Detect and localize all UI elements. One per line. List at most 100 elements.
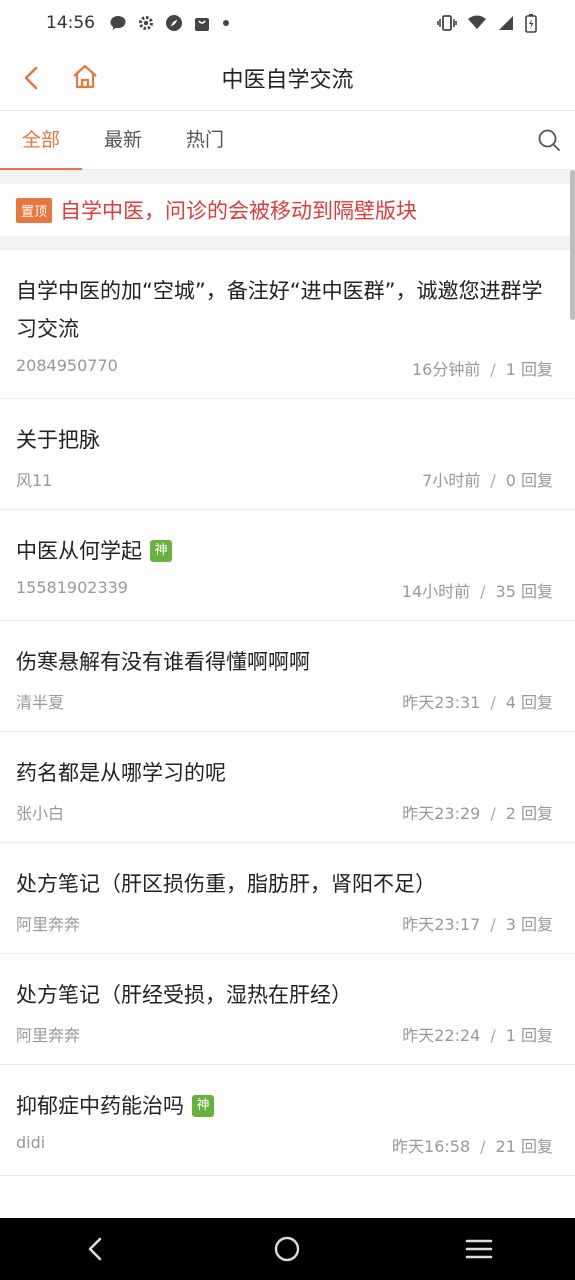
post-title-row: 处方笔记（肝经受损，湿热在肝经） [16, 976, 553, 1014]
post-title: 药名都是从哪学习的呢 [16, 761, 226, 785]
post-item[interactable]: 关于把脉 风11 7小时前 / 0 回复 [0, 399, 575, 510]
nav-home-button[interactable] [269, 1231, 305, 1267]
post-time: 昨天23:17 [402, 915, 481, 934]
pinned-title: 自学中医，问诊的会被移动到隔壁版块 [60, 199, 418, 223]
search-button[interactable] [537, 128, 561, 152]
post-stats: 昨天22:24 / 1 回复 [402, 1022, 553, 1046]
meta-separator: / [490, 804, 496, 823]
post-title-row: 伤寒悬解有没有谁看得懂啊啊啊 [16, 643, 553, 681]
post-item[interactable]: 处方笔记（肝经受损，湿热在肝经） 阿里奔奔 昨天22:24 / 1 回复 [0, 954, 575, 1065]
post-meta: 张小白 昨天23:29 / 2 回复 [16, 792, 553, 842]
meta-separator: / [480, 1137, 486, 1156]
post-title: 关于把脉 [16, 428, 100, 452]
post-author: 清半夏 [16, 693, 65, 712]
post-replies: 21 回复 [495, 1137, 553, 1156]
dot-icon [221, 18, 231, 28]
post-item[interactable]: 药名都是从哪学习的呢 张小白 昨天23:29 / 2 回复 [0, 732, 575, 843]
post-author: 阿里奔奔 [16, 915, 81, 934]
post-title: 处方笔记（肝经受损，湿热在肝经） [16, 983, 352, 1007]
post-title-row: 中医从何学起神 [16, 532, 553, 570]
vibrate-icon [437, 14, 457, 32]
nav-menu-button[interactable] [461, 1231, 497, 1267]
app-header: 中医自学交流 [0, 46, 575, 111]
post-title-row: 处方笔记（肝区损伤重，脂肪肝，肾阳不足） [16, 865, 553, 903]
post-meta: 阿里奔奔 昨天23:17 / 3 回复 [16, 903, 553, 953]
post-replies: 2 回复 [505, 804, 553, 823]
post-meta: 清半夏 昨天23:31 / 4 回复 [16, 681, 553, 731]
post-replies: 35 回复 [495, 582, 553, 601]
post-title: 自学中医的加“空城”，备注好“进中医群”，诚邀您进群学习交流 [16, 279, 543, 341]
settings-icon [137, 14, 155, 32]
pinned-post[interactable]: 置顶 自学中医，问诊的会被移动到隔壁版块 [0, 184, 575, 236]
post-meta: 2084950770 16分钟前 / 1 回复 [16, 348, 553, 398]
post-replies: 0 回复 [505, 471, 553, 490]
post-author: 2084950770 [16, 356, 118, 375]
meta-separator: / [490, 1026, 496, 1045]
post-title-row: 药名都是从哪学习的呢 [16, 754, 553, 792]
post-item[interactable]: 自学中医的加“空城”，备注好“进中医群”，诚邀您进群学习交流 208495077… [0, 250, 575, 399]
post-item[interactable]: 中医从何学起神 15581902339 14小时前 / 35 回复 [0, 510, 575, 621]
pinned-badge: 置顶 [16, 197, 53, 223]
post-title-row: 自学中医的加“空城”，备注好“进中医群”，诚邀您进群学习交流 [16, 272, 553, 348]
post-title: 中医从何学起 [16, 539, 142, 563]
status-bar: 14:56 [0, 0, 575, 46]
post-item[interactable]: 处方笔记（肝区损伤重，脂肪肝，肾阳不足） 阿里奔奔 昨天23:17 / 3 回复 [0, 843, 575, 954]
status-left: 14:56 [46, 13, 231, 33]
meta-separator: / [490, 693, 496, 712]
post-stats: 昨天23:29 / 2 回复 [402, 800, 553, 824]
post-stats: 昨天23:17 / 3 回复 [402, 911, 553, 935]
tab-hot[interactable]: 热门 [164, 111, 246, 169]
message-icon [109, 14, 127, 32]
wifi-icon [467, 14, 487, 32]
back-button[interactable] [18, 64, 46, 92]
nav-back-icon [88, 1237, 102, 1261]
post-time: 14小时前 [401, 582, 471, 601]
scrollbar[interactable] [570, 170, 575, 320]
system-nav-bar [0, 1218, 575, 1280]
status-time: 14:56 [46, 13, 95, 33]
post-time: 昨天23:31 [402, 693, 481, 712]
post-meta: 阿里奔奔 昨天22:24 / 1 回复 [16, 1014, 553, 1064]
post-time: 昨天16:58 [392, 1137, 471, 1156]
chevron-left-icon [24, 66, 38, 90]
nav-menu-icon [465, 1239, 493, 1259]
post-meta: 风11 7小时前 / 0 回复 [16, 459, 553, 509]
post-replies: 1 回复 [505, 360, 553, 379]
post-stats: 昨天23:31 / 4 回复 [402, 689, 553, 713]
status-right [437, 13, 537, 33]
post-author: didi [16, 1133, 46, 1152]
search-icon [538, 129, 560, 151]
hot-badge: 神 [150, 540, 172, 562]
post-replies: 3 回复 [505, 915, 553, 934]
post-author: 阿里奔奔 [16, 1026, 81, 1045]
post-item[interactable]: 伤寒悬解有没有谁看得懂啊啊啊 清半夏 昨天23:31 / 4 回复 [0, 621, 575, 732]
bag-icon [193, 14, 211, 32]
post-title-row: 关于把脉 [16, 421, 553, 459]
hot-badge: 神 [192, 1095, 214, 1117]
tab-all[interactable]: 全部 [0, 111, 82, 170]
tab-latest[interactable]: 最新 [82, 111, 164, 169]
post-time: 昨天22:24 [402, 1026, 481, 1045]
tab-bar: 全部 最新 热门 [0, 111, 575, 170]
post-item[interactable]: 抑郁症中药能治吗神 didi 昨天16:58 / 21 回复 [0, 1065, 575, 1176]
nav-home-icon [275, 1236, 300, 1262]
post-list: 自学中医的加“空城”，备注好“进中医群”，诚邀您进群学习交流 208495077… [0, 250, 575, 1176]
section-gap [0, 236, 575, 250]
post-stats: 16分钟前 / 1 回复 [412, 356, 553, 380]
post-replies: 1 回复 [505, 1026, 553, 1045]
compass-icon [165, 14, 183, 32]
nav-back-button[interactable] [78, 1231, 114, 1267]
post-author: 15581902339 [16, 578, 128, 597]
battery-icon [525, 13, 537, 33]
post-meta: didi 昨天16:58 / 21 回复 [16, 1125, 553, 1175]
post-meta: 15581902339 14小时前 / 35 回复 [16, 570, 553, 620]
post-title: 抑郁症中药能治吗 [16, 1094, 184, 1118]
post-title: 处方笔记（肝区损伤重，脂肪肝，肾阳不足） [16, 872, 436, 896]
post-title: 伤寒悬解有没有谁看得懂啊啊啊 [16, 650, 310, 674]
section-gap [0, 170, 575, 184]
post-author: 风11 [16, 471, 53, 490]
home-button[interactable] [70, 62, 100, 92]
post-replies: 4 回复 [505, 693, 553, 712]
post-time: 16分钟前 [411, 360, 481, 379]
home-icon [73, 64, 97, 89]
